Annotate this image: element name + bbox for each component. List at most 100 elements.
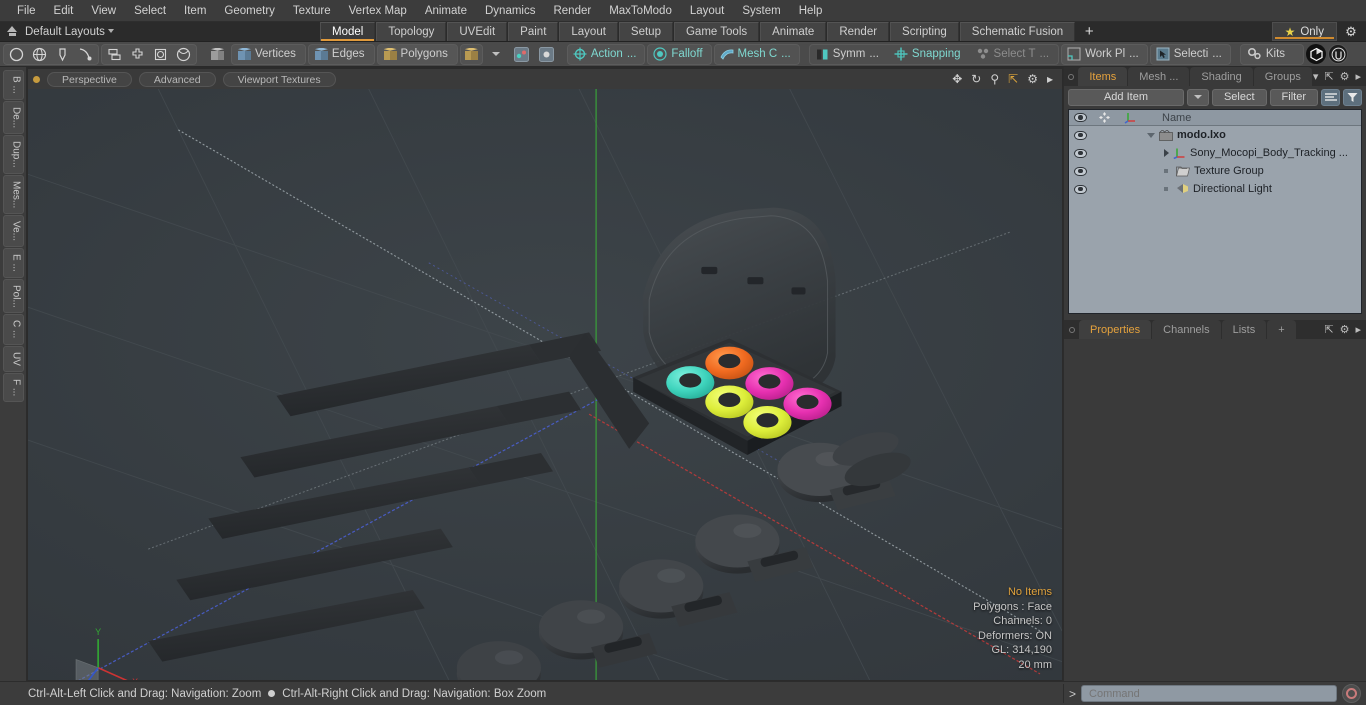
select-through-button[interactable]: Select T ...: [971, 44, 1058, 65]
pan-icon[interactable]: ✥: [952, 73, 962, 85]
item-mode-icon[interactable]: [206, 45, 229, 64]
home-layout-icon[interactable]: [6, 25, 19, 38]
table-row[interactable]: Directional Light: [1069, 180, 1361, 198]
select-mode-dropdown[interactable]: [485, 45, 508, 64]
row-visibility-toggle[interactable]: [1069, 148, 1092, 158]
filter-funnel-icon[interactable]: [1343, 88, 1362, 106]
tab-properties[interactable]: Properties: [1079, 320, 1152, 339]
selection-set-button[interactable]: Selecti ...: [1149, 43, 1231, 65]
work-plane-button[interactable]: Work Pl ...: [1061, 43, 1148, 65]
kits-button[interactable]: Kits: [1239, 43, 1305, 65]
record-macro-button[interactable]: [1342, 684, 1361, 703]
menu-item-texture[interactable]: Texture: [284, 0, 340, 22]
symmetry-button[interactable]: Symm ...: [811, 44, 887, 65]
tab-channels[interactable]: Channels: [1152, 320, 1221, 339]
vtab-vertex[interactable]: Ve...: [2, 214, 24, 247]
workplane-view-icon[interactable]: [510, 45, 533, 64]
mesh-constraint-button[interactable]: Mesh C ...: [713, 43, 800, 65]
menu-item-maxtomodo[interactable]: MaxToModo: [600, 0, 681, 22]
vtab-duplicate[interactable]: Dup...: [2, 134, 24, 174]
tab-lists[interactable]: Lists: [1221, 320, 1267, 339]
menu-item-vertex-map[interactable]: Vertex Map: [340, 0, 416, 22]
zoom-icon[interactable]: ⚲: [990, 73, 999, 85]
item-list[interactable]: Name modo.lxo Sony_Mocopi_Body_Tracking …: [1068, 109, 1362, 314]
add-properties-tab-button[interactable]: +: [1267, 320, 1296, 339]
chevron-right-icon[interactable]: ▸: [1047, 73, 1053, 85]
menu-item-dynamics[interactable]: Dynamics: [476, 0, 544, 22]
tab-schematic-fusion[interactable]: Schematic Fusion: [959, 22, 1076, 41]
select-mode-vertices[interactable]: Vertices: [231, 43, 306, 65]
circle-icon[interactable]: [5, 45, 28, 64]
vtab-basic[interactable]: B ...: [2, 70, 24, 100]
rotate-icon[interactable]: ↻: [971, 73, 981, 85]
tab-mesh-ops[interactable]: Mesh ...: [1128, 67, 1190, 86]
menu-item-item[interactable]: Item: [175, 0, 215, 22]
select-button[interactable]: Select: [1211, 88, 1267, 106]
vtab-polygon[interactable]: Pol...: [2, 278, 24, 314]
column-transform-icon[interactable]: [1117, 111, 1143, 124]
expand-arrow-icon[interactable]: [1147, 132, 1155, 138]
vtab-edge[interactable]: E ...: [2, 247, 24, 278]
unreal-engine-icon[interactable]: [1328, 44, 1349, 64]
vtab-deform[interactable]: De...: [2, 100, 24, 134]
column-lock-icon[interactable]: [1092, 111, 1117, 124]
list-options-icon[interactable]: [1321, 88, 1340, 106]
globe-icon[interactable]: [28, 45, 51, 64]
default-layouts-dropdown[interactable]: Default Layouts: [25, 26, 114, 38]
menu-item-select[interactable]: Select: [125, 0, 175, 22]
menu-item-edit[interactable]: Edit: [45, 0, 83, 22]
menu-item-geometry[interactable]: Geometry: [215, 0, 284, 22]
viewport-3d[interactable]: Y X Z No Items Polygons : Face Channels:…: [28, 89, 1062, 680]
viewport-shading-dropdown[interactable]: Advanced: [138, 71, 216, 87]
viewport-textures-dropdown[interactable]: Viewport Textures: [222, 71, 336, 87]
pen-icon[interactable]: [51, 45, 74, 64]
panel-overflow-chevron-icon[interactable]: ▾: [1313, 70, 1319, 83]
tab-render[interactable]: Render: [827, 22, 890, 41]
action-center-button[interactable]: Action ...: [566, 43, 646, 65]
tab-setup[interactable]: Setup: [618, 22, 673, 41]
add-item-dropdown[interactable]: [1186, 88, 1209, 106]
table-row[interactable]: modo.lxo: [1069, 126, 1361, 144]
column-visibility-icon[interactable]: [1069, 113, 1092, 122]
menu-item-view[interactable]: View: [82, 0, 125, 22]
row-visibility-toggle[interactable]: [1069, 166, 1092, 176]
menu-item-system[interactable]: System: [733, 0, 789, 22]
fit-icon[interactable]: ⇱: [1008, 73, 1018, 85]
modo-logo-icon[interactable]: [1306, 44, 1327, 64]
panel-gear-icon[interactable]: ⚙: [1340, 70, 1350, 83]
align-icon[interactable]: [103, 45, 126, 64]
vtab-curve[interactable]: C ...: [2, 314, 24, 345]
settings-gear-icon[interactable]: ⚙: [1339, 22, 1363, 41]
tab-paint[interactable]: Paint: [508, 22, 559, 41]
ellipse-icon[interactable]: [172, 45, 195, 64]
row-visibility-toggle[interactable]: [1069, 184, 1092, 194]
add-tab-button[interactable]: +: [1076, 22, 1102, 41]
tab-topology[interactable]: Topology: [376, 22, 447, 41]
vtab-mesh-edit[interactable]: Mes...: [2, 174, 24, 214]
menu-item-animate[interactable]: Animate: [416, 0, 476, 22]
tab-scripting[interactable]: Scripting: [890, 22, 959, 41]
menu-item-file[interactable]: File: [8, 0, 45, 22]
tab-items[interactable]: Items: [1078, 67, 1128, 86]
vtab-uv[interactable]: UV: [2, 345, 24, 372]
viewport-gear-icon[interactable]: ⚙: [1027, 73, 1038, 85]
select-mode-materials[interactable]: [459, 43, 483, 65]
tab-groups[interactable]: Groups: [1253, 67, 1312, 86]
properties-gear-icon[interactable]: ⚙: [1340, 323, 1350, 336]
only-toggle-button[interactable]: ★ Only: [1271, 22, 1337, 41]
table-row[interactable]: Sony_Mocopi_Body_Tracking ...: [1069, 144, 1361, 162]
menu-item-layout[interactable]: Layout: [681, 0, 734, 22]
select-mode-edges[interactable]: Edges: [307, 43, 375, 65]
command-input[interactable]: [1081, 685, 1337, 702]
center-icon[interactable]: [126, 45, 149, 64]
curve-icon[interactable]: [74, 45, 97, 64]
properties-more-icon[interactable]: ▸: [1355, 323, 1361, 336]
row-visibility-toggle[interactable]: [1069, 130, 1092, 140]
tab-animate[interactable]: Animate: [760, 22, 827, 41]
snapping-button[interactable]: Snapping: [889, 44, 969, 65]
menu-item-render[interactable]: Render: [544, 0, 600, 22]
filter-button[interactable]: Filter: [1269, 88, 1318, 106]
workplane-align-icon[interactable]: [535, 45, 558, 64]
tab-uvedit[interactable]: UVEdit: [447, 22, 508, 41]
square-dot-icon[interactable]: [149, 45, 172, 64]
